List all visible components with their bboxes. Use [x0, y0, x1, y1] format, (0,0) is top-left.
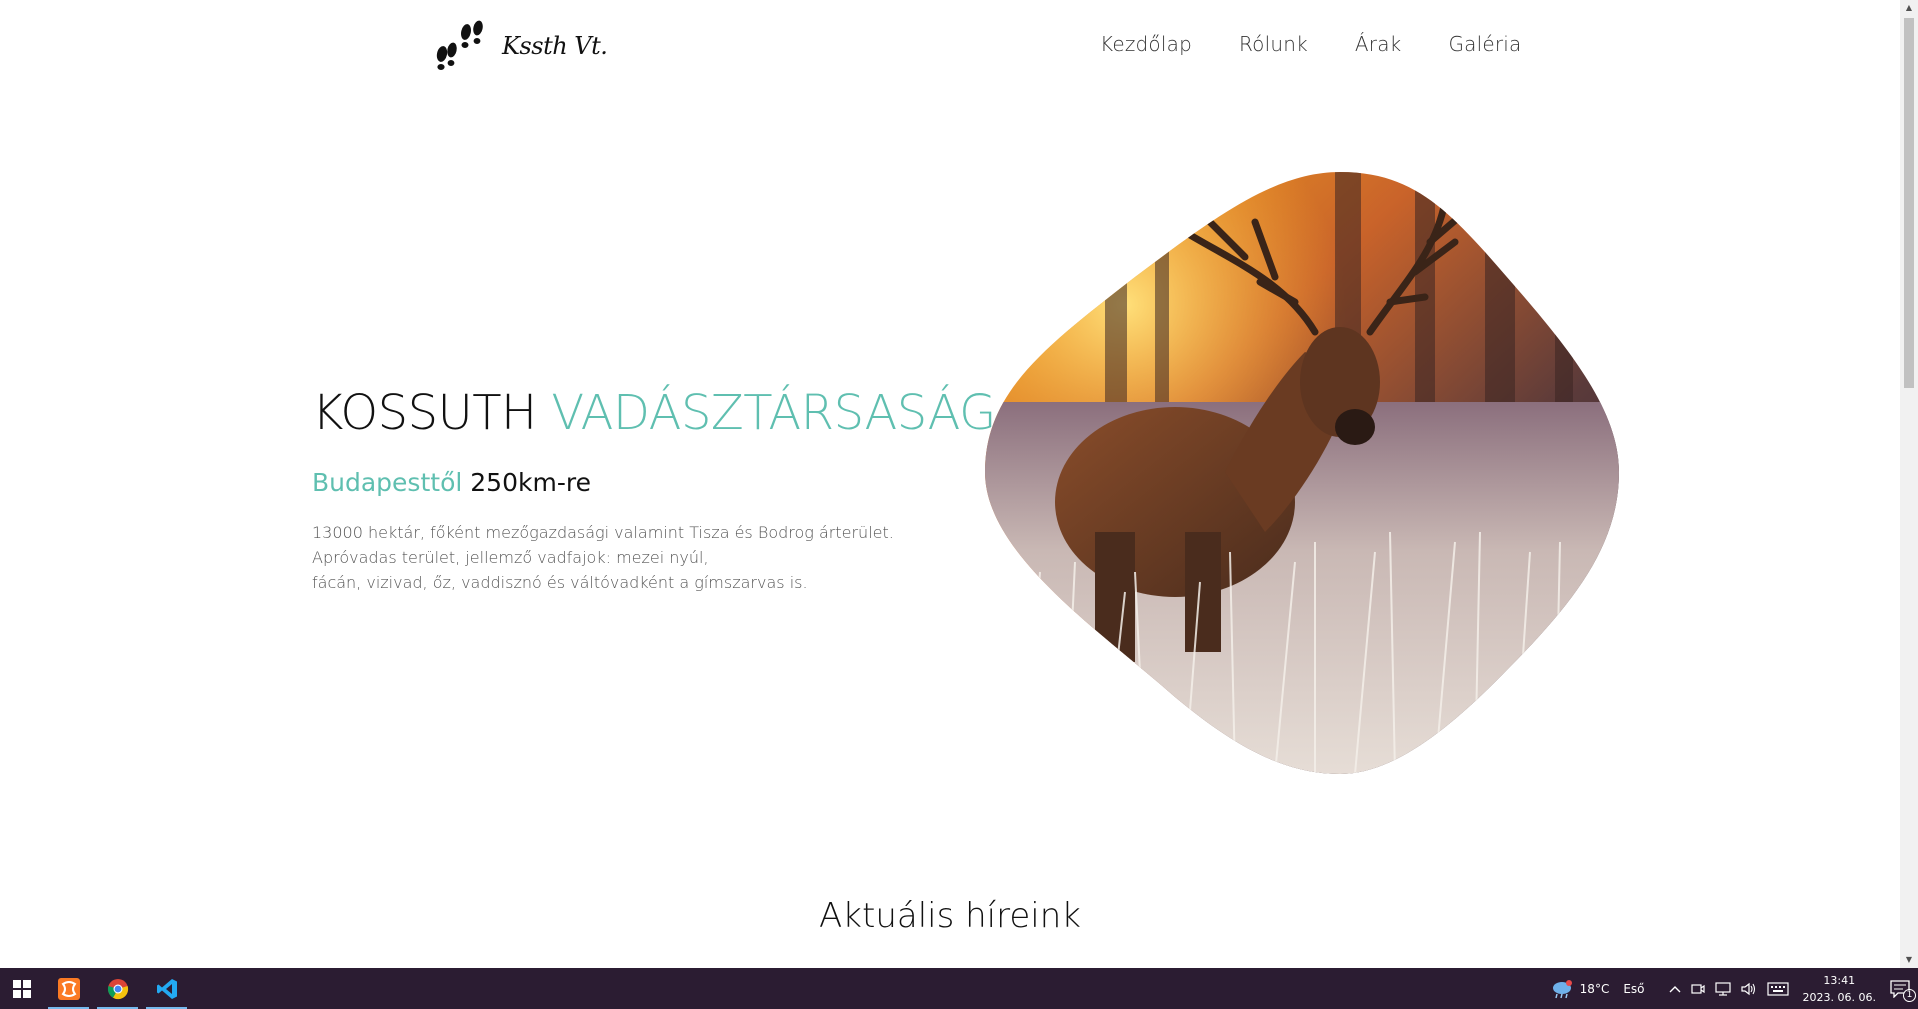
taskbar-app-chrome[interactable] — [93, 968, 142, 1009]
hero-description-line: Apróvadas terület, jellemző vadfajok: me… — [312, 548, 709, 567]
hero-subtitle-accent: Budapesttől — [312, 468, 463, 497]
hero-title-accent: VADÁSZTÁRSASÁG — [551, 385, 996, 441]
taskbar-clock[interactable]: 13:41 2023. 06. 06. — [1803, 972, 1876, 1006]
windows-start-button[interactable] — [0, 968, 44, 1009]
scroll-down-icon[interactable]: ▼ — [1900, 952, 1918, 968]
footprints-icon — [436, 20, 483, 70]
page-scrollbar[interactable]: ▲ ▼ — [1900, 0, 1918, 968]
site-logo[interactable]: Kssth Vt. — [432, 20, 608, 72]
show-hidden-icons-button[interactable] — [1669, 985, 1681, 993]
taskbar-app-xampp[interactable] — [44, 968, 93, 1009]
hero-description-line: 13000 hektár, főként mezőgazdasági valam… — [312, 523, 894, 542]
taskbar-app-vscode[interactable] — [142, 968, 191, 1009]
keyboard-button[interactable] — [1766, 981, 1789, 996]
chevron-up-icon — [1669, 985, 1681, 992]
os-taskbar: 18°C Eső 13:41 2023. 06. 06. 1 — [0, 968, 1918, 1009]
meet-now-button[interactable] — [1690, 982, 1705, 996]
keyboard-icon — [1766, 981, 1789, 996]
browser-viewport: Kssth Vt. Kezdőlap Rólunk Árak Galéria K… — [0, 0, 1900, 968]
volume-button[interactable] — [1740, 982, 1757, 996]
xampp-icon — [57, 977, 80, 1000]
scrollbar-thumb[interactable] — [1904, 18, 1914, 388]
clock-time: 13:41 — [1823, 973, 1856, 987]
deer-photo — [985, 172, 1619, 774]
windows-start-icon — [13, 979, 31, 998]
clock-date: 2023. 06. 06. — [1802, 990, 1876, 1004]
main-nav: Kezdőlap Rólunk Árak Galéria — [1100, 32, 1522, 56]
notification-count: 1 — [1903, 988, 1916, 1002]
hero-title: KOSSUTH VADÁSZTÁRSASÁG — [312, 385, 996, 441]
hero-description: 13000 hektár, főként mezőgazdasági valam… — [312, 520, 894, 595]
nav-item-home[interactable]: Kezdőlap — [1100, 32, 1192, 56]
notification-center-button[interactable]: 1 — [1890, 979, 1916, 1002]
weather-widget[interactable]: 18°C Eső — [1550, 979, 1645, 999]
vscode-icon — [156, 978, 177, 999]
weather-temp: 18°C — [1579, 981, 1610, 996]
network-icon — [1714, 981, 1731, 996]
chrome-icon — [107, 978, 128, 999]
logo-text: Kssth Vt. — [502, 32, 608, 60]
weather-desc: Eső — [1623, 981, 1645, 996]
system-tray: 18°C Eső 13:41 2023. 06. 06. 1 — [1550, 968, 1918, 1009]
camera-icon — [1690, 983, 1705, 994]
cloud-rain-icon — [1552, 979, 1572, 998]
news-section-title: Aktuális híreink — [819, 896, 1081, 936]
hero-title-main: KOSSUTH — [312, 385, 537, 441]
network-button[interactable] — [1714, 981, 1731, 996]
nav-item-gallery[interactable]: Galéria — [1448, 32, 1521, 56]
scroll-up-icon[interactable]: ▲ — [1900, 0, 1918, 16]
hero-subtitle-main: 250km-re — [470, 468, 591, 497]
nav-item-prices[interactable]: Árak — [1355, 32, 1402, 56]
nav-item-about[interactable]: Rólunk — [1239, 32, 1308, 56]
hero-description-line: fácán, vizivad, őz, vaddisznó és váltóva… — [312, 573, 808, 592]
hero-subtitle: Budapesttől 250km-re — [312, 468, 591, 497]
speaker-icon — [1740, 982, 1755, 995]
